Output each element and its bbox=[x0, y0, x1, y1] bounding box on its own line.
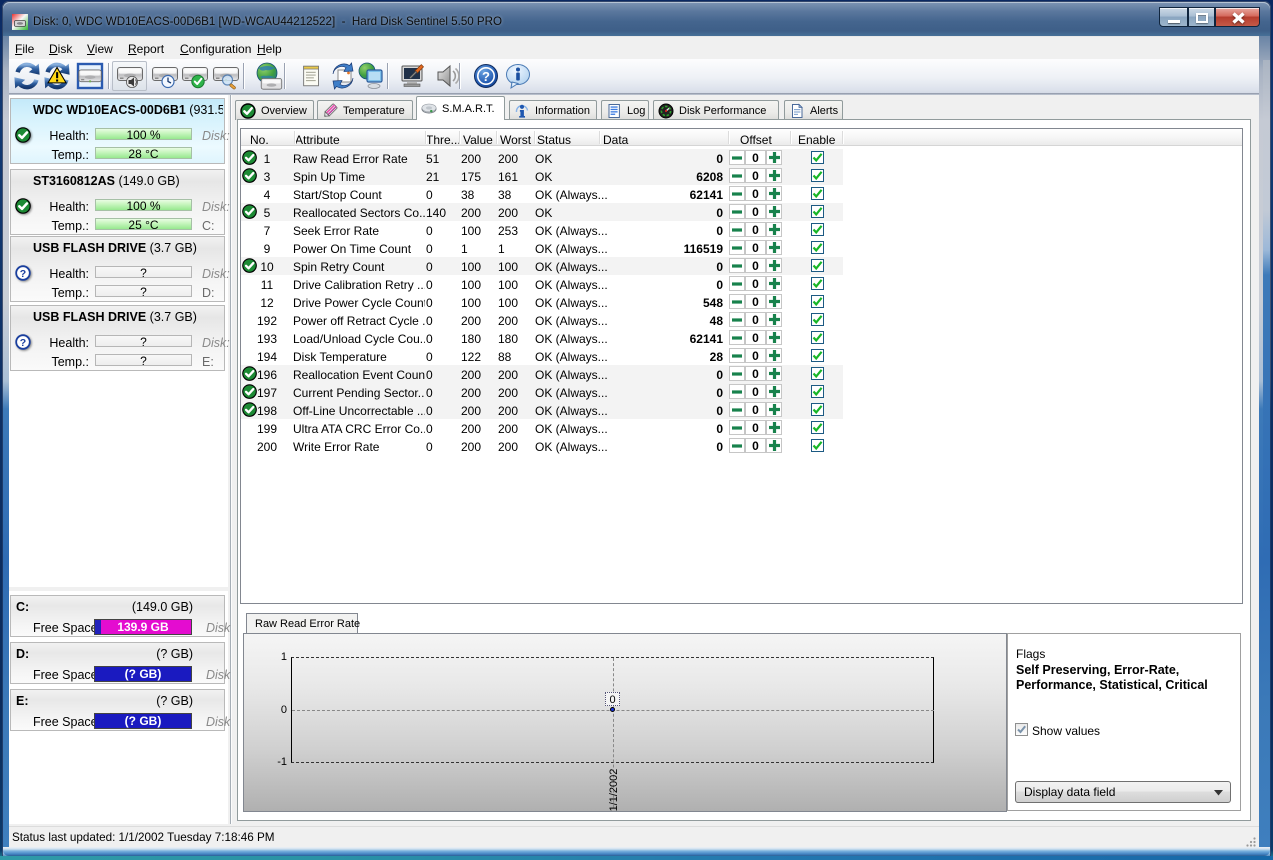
svg-text:?: ? bbox=[482, 69, 490, 84]
